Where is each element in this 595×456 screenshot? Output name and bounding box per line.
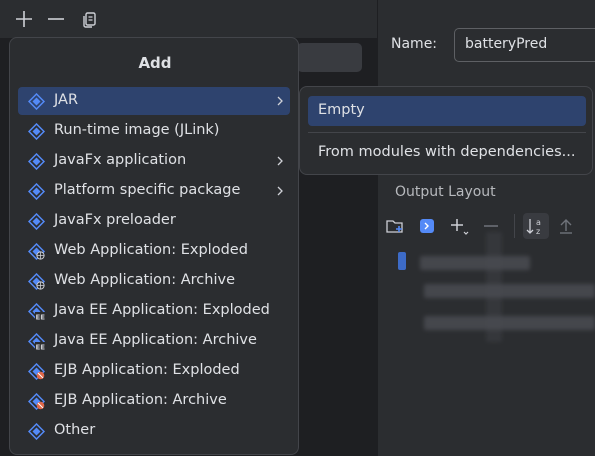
menu-item-label: EJB Application: Archive xyxy=(54,392,227,408)
javaee-artifact-icon: EE xyxy=(27,302,46,322)
menu-title: Add xyxy=(138,54,172,72)
menu-item-java-ee-application-archive[interactable]: EE Java EE Application: Archive xyxy=(18,327,290,355)
blurred-tree-item xyxy=(420,256,530,270)
menu-item-run-time-image-jlink[interactable]: Run-time image (JLink) xyxy=(18,117,290,145)
menu-item-label: Other xyxy=(54,422,96,438)
jar-submenu: Empty From modules with dependencies... xyxy=(299,86,593,175)
menu-item-label: JAR xyxy=(54,92,79,108)
module-icon[interactable] xyxy=(417,216,437,236)
submenu-separator xyxy=(308,132,586,133)
artifact-icon xyxy=(27,212,46,231)
submenu-item-empty[interactable]: Empty xyxy=(308,96,586,126)
menu-item-platform-specific-package[interactable]: Platform specific package xyxy=(18,177,290,205)
menu-item-java-ee-application-exploded[interactable]: EE Java EE Application: Exploded xyxy=(18,297,290,325)
svg-text:EE: EE xyxy=(36,314,46,321)
blurred-tree-item xyxy=(424,284,595,298)
add-artifact-popup: Add JAR Run-time image (JLink) JavaFx appl… xyxy=(9,37,299,455)
menu-item-jar[interactable]: JAR xyxy=(18,87,290,115)
artifact-icon xyxy=(27,122,46,141)
menu-item-other[interactable]: Other xyxy=(18,417,290,445)
copy-icon[interactable] xyxy=(79,8,101,30)
toolbar-separator xyxy=(514,214,515,238)
menu-item-label: Java EE Application: Archive xyxy=(54,332,257,348)
web-artifact-icon xyxy=(27,272,46,291)
menu-item-javafx-preloader[interactable]: JavaFx preloader xyxy=(18,207,290,235)
jar-icon xyxy=(27,92,46,111)
new-folder-icon[interactable] xyxy=(385,216,405,236)
menu-item-web-application-exploded[interactable]: Web Application: Exploded xyxy=(18,237,290,265)
svg-text:EE: EE xyxy=(36,344,46,351)
svg-text:a: a xyxy=(536,218,541,227)
submenu-item-label: From modules with dependencies... xyxy=(318,144,576,160)
minus-icon[interactable] xyxy=(45,8,67,30)
web-artifact-icon xyxy=(27,242,46,261)
menu-item-web-application-archive[interactable]: Web Application: Archive xyxy=(18,267,290,295)
submenu-item-from-modules[interactable]: From modules with dependencies... xyxy=(308,138,586,168)
background-field xyxy=(297,43,362,72)
menu-item-javafx-application[interactable]: JavaFx application xyxy=(18,147,290,175)
sort-alpha-icon[interactable]: az xyxy=(523,213,549,239)
artifacts-toolbar xyxy=(0,0,378,38)
menu-item-label: JavaFx preloader xyxy=(54,212,176,228)
chevron-right-icon xyxy=(274,93,286,109)
plus-icon[interactable] xyxy=(13,8,35,30)
svg-text:z: z xyxy=(536,227,540,236)
ejb-artifact-icon xyxy=(27,362,46,381)
artifact-icon xyxy=(27,422,46,441)
menu-item-label: Web Application: Archive xyxy=(54,272,235,288)
menu-item-label: Run-time image (JLink) xyxy=(54,122,220,138)
add-dropdown-icon[interactable] xyxy=(449,216,469,236)
blurred-tree-item xyxy=(424,316,595,330)
menu-item-label: Platform specific package xyxy=(54,182,241,198)
menu-item-label: Java EE Application: Exploded xyxy=(54,302,270,318)
move-up-icon[interactable] xyxy=(556,216,576,236)
output-layout-tab[interactable]: Output Layout xyxy=(395,184,496,200)
submenu-item-label: Empty xyxy=(318,102,365,118)
artifact-icon xyxy=(27,152,46,171)
menu-item-label: Web Application: Exploded xyxy=(54,242,248,258)
menu-item-label: JavaFx application xyxy=(54,152,187,168)
ejb-artifact-icon xyxy=(27,392,46,411)
blurred-tree-guide xyxy=(486,232,502,342)
menu-item-label: EJB Application: Exploded xyxy=(54,362,240,378)
chevron-right-icon xyxy=(274,153,286,169)
javaee-artifact-icon: EE xyxy=(27,332,46,352)
name-input[interactable]: batteryPred xyxy=(454,28,595,62)
name-label: Name: xyxy=(391,36,438,52)
output-root-icon xyxy=(398,252,406,270)
artifact-icon xyxy=(27,182,46,201)
chevron-right-icon xyxy=(274,183,286,199)
menu-item-ejb-application-archive[interactable]: EJB Application: Archive xyxy=(18,387,290,415)
menu-item-ejb-application-exploded[interactable]: EJB Application: Exploded xyxy=(18,357,290,385)
